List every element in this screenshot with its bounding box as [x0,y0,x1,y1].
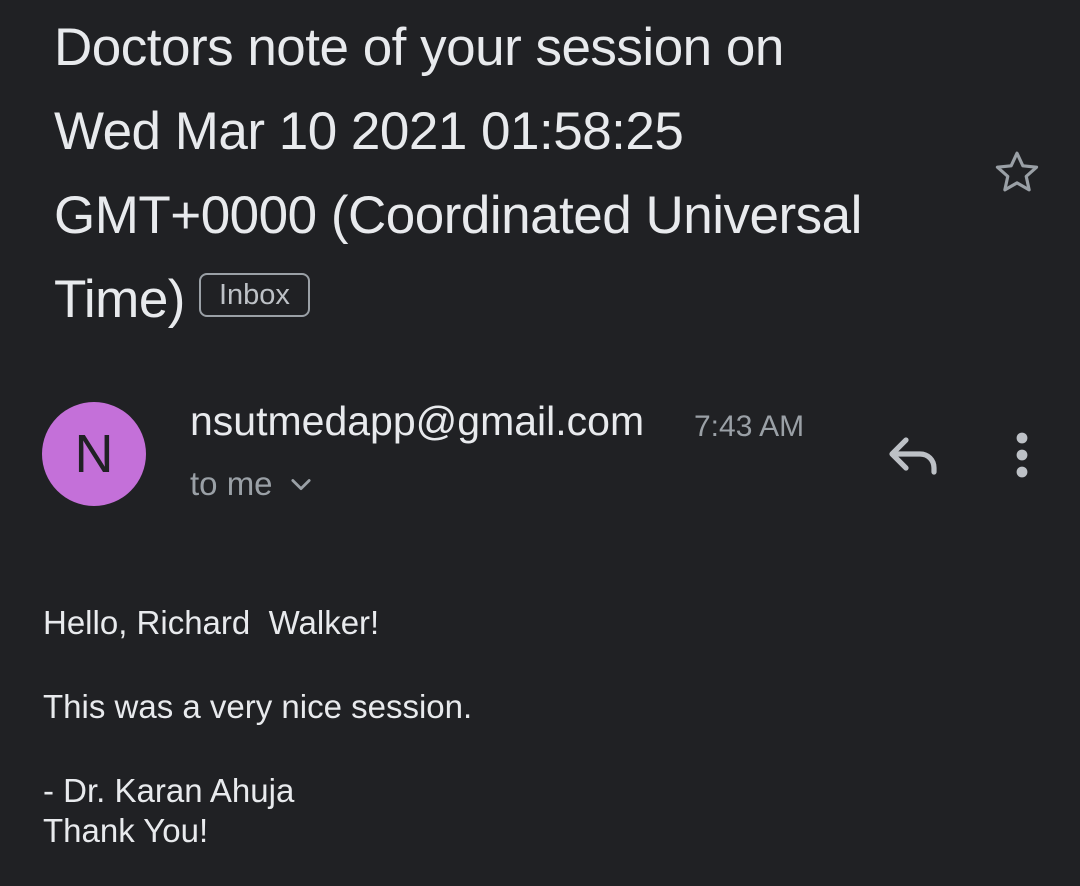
sender-avatar[interactable]: N [42,402,146,506]
reply-button[interactable] [884,430,942,480]
star-button[interactable] [990,146,1044,200]
recipient-toggle[interactable]: to me [190,462,315,506]
chevron-down-icon [290,479,311,491]
email-view: Doctors note of your session on Wed Mar … [0,0,1080,886]
inbox-label-badge[interactable]: Inbox [198,273,310,317]
more-vert-icon [1016,432,1028,478]
reply-icon [889,437,937,475]
subject-text: Doctors note of your session on Wed Mar … [54,18,862,329]
recipient-text: to me [190,465,273,502]
body-message: This was a very nice session. [43,688,473,725]
email-time: 7:43 AM [694,410,805,443]
body-closing: Thank You! [43,812,209,849]
sender-email[interactable]: nsutmedapp@gmail.com [190,398,644,445]
email-body: Hello, Richard Walker! This was a very n… [43,603,472,851]
star-outline-icon [995,151,1039,192]
body-greeting: Hello, Richard Walker! [43,604,380,641]
email-subject: Doctors note of your session on Wed Mar … [54,6,894,342]
more-options-button[interactable] [1004,430,1040,480]
body-signature: - Dr. Karan Ahuja [43,772,295,809]
